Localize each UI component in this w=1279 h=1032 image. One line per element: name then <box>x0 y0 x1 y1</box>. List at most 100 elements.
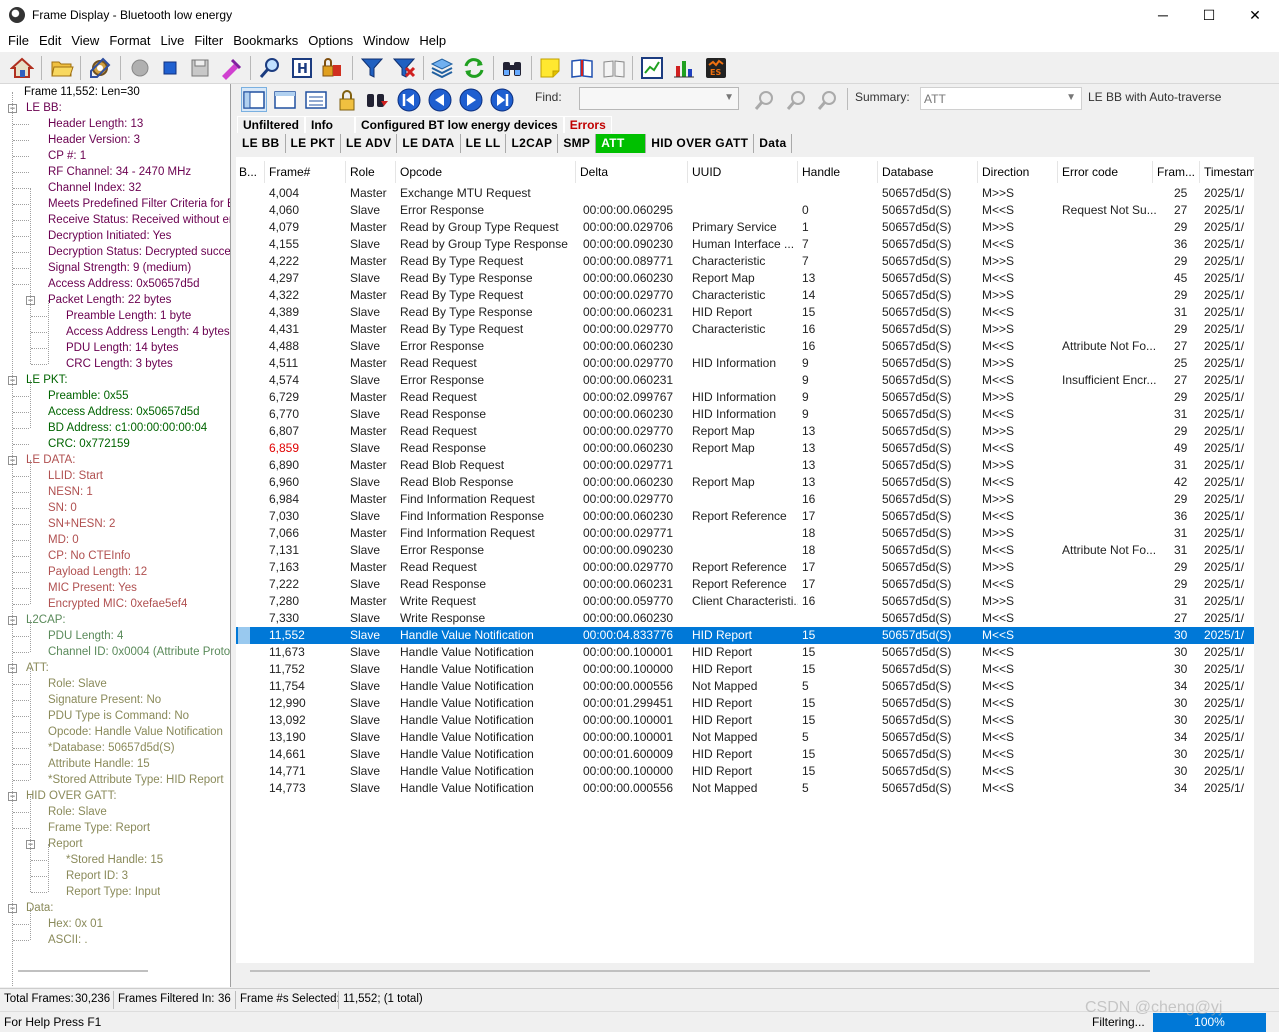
table-row[interactable]: 4,155 Slave Read by Group Type Response 00:… <box>236 236 1254 253</box>
refresh-icon[interactable] <box>462 56 486 80</box>
tree-leaf[interactable]: Signal Strength: 9 (medium) <box>48 260 191 276</box>
table-row[interactable]: 11,754 Slave Handle Value Notification 00:0… <box>236 678 1254 695</box>
table-row[interactable]: 4,389 Slave Read By Type Response 00:00:00.… <box>236 304 1254 321</box>
table-row[interactable]: 7,066 Master Find Information Request 00:00… <box>236 525 1254 542</box>
tree-leaf[interactable]: Report Type: Input <box>66 884 160 900</box>
padlock-icon[interactable] <box>334 87 360 112</box>
tree-node[interactable]: Report <box>48 836 83 852</box>
menu-help[interactable]: Help <box>414 30 451 52</box>
tree-leaf[interactable]: Meets Predefined Filter Criteria for BT … <box>48 196 230 212</box>
tree-leaf[interactable]: Channel ID: 0x0004 (Attribute Protoco <box>48 644 230 660</box>
table-row[interactable]: 6,859 Slave Read Response 00:00:00.060230 Re… <box>236 440 1254 457</box>
table-row[interactable]: 4,004 Master Exchange MTU Request 50657d5d(… <box>236 185 1254 202</box>
open-book-icon[interactable] <box>602 56 626 80</box>
tree-node[interactable]: LE DATA: <box>26 452 75 468</box>
filter-icon[interactable] <box>360 56 384 80</box>
tab-errors[interactable]: Errors <box>563 116 612 133</box>
tree-leaf[interactable]: Header Version: 3 <box>48 132 140 148</box>
list-view-icon[interactable] <box>303 87 329 112</box>
previous-frame-icon[interactable] <box>427 87 453 112</box>
tree-leaf[interactable]: CP #: 1 <box>48 148 86 164</box>
menu-file[interactable]: File <box>3 30 34 52</box>
menu-options[interactable]: Options <box>303 30 358 52</box>
column-header[interactable]: Handle <box>802 165 876 179</box>
tree-leaf[interactable]: BD Address: c1:00:00:00:00:04 <box>48 420 207 436</box>
tab-unfiltered[interactable]: Unfiltered <box>237 116 306 133</box>
layers-icon[interactable] <box>430 56 454 80</box>
tree-node[interactable]: Packet Length: 22 bytes <box>48 292 171 308</box>
tree-leaf[interactable]: Access Address Length: 4 bytes <box>66 324 230 340</box>
find-input[interactable]: ▼ <box>579 87 739 110</box>
tree-leaf[interactable]: MIC Present: Yes <box>48 580 137 596</box>
column-header[interactable]: Opcode <box>400 165 574 179</box>
summary-dropdown-icon[interactable]: ▼ <box>1066 92 1076 103</box>
table-row[interactable]: 7,030 Slave Find Information Response 00:00… <box>236 508 1254 525</box>
tree-leaf[interactable]: Report ID: 3 <box>66 868 128 884</box>
table-row[interactable]: 4,431 Master Read By Type Request 00:00:00.… <box>236 321 1254 338</box>
tree-leaf[interactable]: Frame 11,552: Len=30 <box>24 84 140 100</box>
find-dropdown-icon[interactable]: ▼ <box>724 92 734 103</box>
tree-node[interactable]: LE BB: <box>26 100 62 116</box>
tree-leaf[interactable]: LLID: Start <box>48 468 103 484</box>
menu-live[interactable]: Live <box>155 30 189 52</box>
menu-filter[interactable]: Filter <box>189 30 228 52</box>
tree-leaf[interactable]: SN: 0 <box>48 500 77 516</box>
table-row[interactable]: 6,890 Master Read Blob Request 00:00:00.029… <box>236 457 1254 474</box>
menu-bookmarks[interactable]: Bookmarks <box>228 30 303 52</box>
filter-remove-icon[interactable] <box>392 56 416 80</box>
find-next-icon[interactable] <box>784 87 810 112</box>
table-row[interactable]: 4,574 Slave Error Response 00:00:00.060231 9… <box>236 372 1254 389</box>
table-row[interactable]: 13,092 Slave Handle Value Notification 00:0… <box>236 712 1254 729</box>
tree-leaf[interactable]: Attribute Handle: 15 <box>48 756 150 772</box>
column-header[interactable]: Database <box>882 165 976 179</box>
tree-leaf[interactable]: CP: No CTEInfo <box>48 548 130 564</box>
open-folder-icon[interactable] <box>50 56 74 80</box>
menu-view[interactable]: View <box>66 30 104 52</box>
tree-leaf[interactable]: MD: 0 <box>48 532 79 548</box>
table-row[interactable]: 7,280 Master Write Request 00:00:00.059770 C… <box>236 593 1254 610</box>
table-row[interactable]: 13,190 Slave Handle Value Notification 00:0… <box>236 729 1254 746</box>
column-header[interactable]: Delta <box>580 165 686 179</box>
tree-horizontal-scrollbar[interactable] <box>18 970 148 972</box>
tree-leaf[interactable]: Role: Slave <box>48 676 107 692</box>
column-header[interactable]: Role <box>350 165 394 179</box>
column-header[interactable]: Direction <box>982 165 1056 179</box>
tree-leaf[interactable]: Preamble Length: 1 byte <box>66 308 191 324</box>
record-icon[interactable] <box>128 56 152 80</box>
table-horizontal-scrollbar[interactable] <box>250 970 1150 972</box>
tree-node[interactable]: LE PKT: <box>26 372 68 388</box>
tree-leaf[interactable]: Signature Present: No <box>48 692 161 708</box>
tab-l2cap[interactable]: L2CAP <box>506 134 559 153</box>
bookmark-book-icon[interactable] <box>570 56 594 80</box>
menu-format[interactable]: Format <box>104 30 155 52</box>
table-row[interactable]: 11,752 Slave Handle Value Notification 00:0… <box>236 661 1254 678</box>
tree-leaf[interactable]: Receive Status: Received without erro <box>48 212 230 228</box>
lock-icon[interactable] <box>320 56 344 80</box>
table-row[interactable]: 4,511 Master Read Request 00:00:00.029770 HI… <box>236 355 1254 372</box>
tree-node[interactable]: L2CAP: <box>26 612 66 628</box>
tree-leaf[interactable]: Hex: 0x 01 <box>48 916 103 932</box>
table-row[interactable]: 4,297 Slave Read By Type Response 00:00:00.… <box>236 270 1254 287</box>
column-header[interactable]: Frame# <box>269 165 344 179</box>
table-row[interactable]: 4,060 Slave Error Response 00:00:00.060295 0… <box>236 202 1254 219</box>
hex-view-icon[interactable]: H <box>290 56 314 80</box>
find-previous-icon[interactable] <box>752 87 778 112</box>
tab-configured-devices[interactable]: Configured BT low energy devices <box>355 116 564 133</box>
line-chart-icon[interactable] <box>640 56 664 80</box>
tree-leaf[interactable]: Payload Length: 12 <box>48 564 147 580</box>
tab-le-data[interactable]: LE DATA <box>397 134 461 153</box>
table-row[interactable]: 6,807 Master Read Request 00:00:00.029770 Re… <box>236 423 1254 440</box>
table-row[interactable]: 11,673 Slave Handle Value Notification 00:0… <box>236 644 1254 661</box>
table-row[interactable]: 12,990 Slave Handle Value Notification 00:0… <box>236 695 1254 712</box>
tree-leaf[interactable]: *Stored Handle: 15 <box>66 852 163 868</box>
table-vertical-scrollbar[interactable] <box>1254 157 1279 963</box>
tab-smp[interactable]: SMP <box>558 134 597 153</box>
table-row[interactable]: 6,770 Slave Read Response 00:00:00.060230 HI… <box>236 406 1254 423</box>
summary-select[interactable]: ATT ▼ <box>920 87 1082 110</box>
table-row[interactable]: 7,330 Slave Write Response 00:00:00.060230 5… <box>236 610 1254 627</box>
save-icon[interactable] <box>188 56 212 80</box>
table-row[interactable]: 4,222 Master Read By Type Request 00:00:00.… <box>236 253 1254 270</box>
bar-chart-icon[interactable] <box>672 56 696 80</box>
tree-leaf[interactable]: *Stored Attribute Type: HID Report <box>48 772 224 788</box>
clear-icon[interactable] <box>218 56 242 80</box>
